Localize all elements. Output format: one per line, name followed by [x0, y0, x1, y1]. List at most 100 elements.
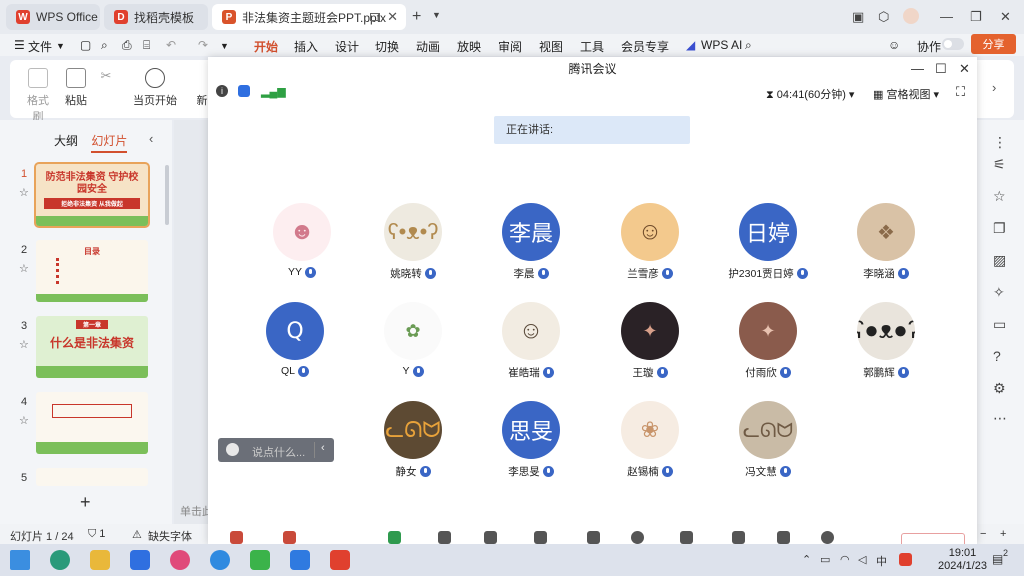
- adjust-icon[interactable]: ⚟: [993, 156, 1006, 173]
- paste-button[interactable]: 粘贴: [60, 68, 92, 108]
- cube-icon[interactable]: ⬡: [878, 9, 889, 25]
- start-icon[interactable]: [10, 550, 30, 570]
- missing-font-label[interactable]: 缺失字体: [148, 528, 192, 544]
- apps-icon[interactable]: [732, 531, 745, 544]
- edge-icon[interactable]: [50, 550, 70, 570]
- camera-off-icon[interactable]: [283, 531, 296, 544]
- image-icon[interactable]: ▨: [993, 252, 1006, 269]
- close-icon[interactable]: ✕: [959, 61, 970, 77]
- participant-tile[interactable]: ✦ 王璇: [591, 302, 709, 380]
- record-icon[interactable]: [631, 531, 644, 544]
- print-icon[interactable]: ⎙: [122, 38, 132, 53]
- slide-thumbnail[interactable]: 防范非法集资 守护校园安全 拒绝非法集资 从我做起: [34, 162, 150, 228]
- more-tools-icon[interactable]: ⋮: [993, 134, 1007, 151]
- participant-tile[interactable]: Q QL: [236, 302, 354, 377]
- participant-tile[interactable]: ❀ 赵锡楠: [591, 401, 709, 479]
- restore-icon[interactable]: ❐: [970, 9, 982, 25]
- current-page-start-button[interactable]: 当页开始: [128, 68, 182, 108]
- new-slide-button[interactable]: 新: [196, 92, 208, 108]
- cut-button[interactable]: ✂: [98, 68, 114, 84]
- participant-tile[interactable]: ✿ Y: [354, 302, 472, 377]
- participant-tile[interactable]: ☺ 兰雪彦: [591, 203, 709, 281]
- tab-ppt-file[interactable]: P 非法集资主题班会PPT.pptx ✕: [212, 4, 406, 30]
- slide-canvas[interactable]: [174, 120, 208, 524]
- participant-tile[interactable]: 日婷 护2301贾日婷: [709, 203, 827, 281]
- new-tab-icon[interactable]: +: [412, 8, 421, 26]
- mail-icon[interactable]: [130, 550, 150, 570]
- participant-tile[interactable]: 思旻 李思旻: [472, 401, 590, 479]
- star-icon[interactable]: ☆: [993, 188, 1006, 205]
- menu-insert[interactable]: 插入: [294, 38, 318, 55]
- chevron-down-icon[interactable]: ▼: [220, 41, 229, 51]
- collapse-chat-icon[interactable]: ‹: [321, 442, 325, 454]
- mute-mic-icon[interactable]: [230, 531, 243, 544]
- add-slide-icon[interactable]: +: [80, 492, 91, 513]
- slide-thumbnail[interactable]: [36, 468, 148, 486]
- view-mode-selector[interactable]: ▦ 宫格视图 ▾: [873, 86, 939, 102]
- menu-animation[interactable]: 动画: [416, 38, 440, 55]
- panel-scrollbar[interactable]: [165, 165, 169, 225]
- collab-label[interactable]: 协作: [917, 38, 941, 55]
- menu-review[interactable]: 审阅: [498, 38, 522, 55]
- book-icon[interactable]: ▭: [993, 316, 1006, 333]
- hamburger-icon[interactable]: ☰: [14, 38, 25, 52]
- zoom-out-button[interactable]: −: [980, 528, 986, 540]
- slide-thumbnail[interactable]: 第一章 什么是非法集资: [36, 316, 148, 378]
- copy-icon[interactable]: ❐: [993, 220, 1006, 237]
- search-icon[interactable]: ⌕: [745, 38, 752, 53]
- star-icon[interactable]: ☆: [19, 414, 29, 427]
- star-icon[interactable]: ☆: [19, 186, 29, 199]
- participant-tile[interactable]: ✦ 付雨欣: [709, 302, 827, 380]
- menu-transition[interactable]: 切换: [375, 38, 399, 55]
- user-avatar[interactable]: [903, 8, 919, 24]
- menu-file[interactable]: 文件: [28, 38, 52, 55]
- wifi-icon[interactable]: ◠: [840, 553, 850, 566]
- wechat-icon[interactable]: [250, 550, 270, 570]
- chat-icon[interactable]: [587, 531, 600, 544]
- shield-check-icon[interactable]: [238, 85, 250, 97]
- minimize-icon[interactable]: —: [940, 9, 953, 24]
- menu-wps-ai[interactable]: WPS AI: [701, 38, 742, 52]
- browser-icon[interactable]: [170, 550, 190, 570]
- participant-tile[interactable]: ☻ YY: [243, 203, 361, 278]
- participant-tile[interactable]: ʕ●ᴥ●ʔ 郭鹏辉: [827, 302, 945, 380]
- format-painter-button[interactable]: 格式刷: [22, 68, 54, 124]
- fullscreen-icon[interactable]: ⛶: [956, 84, 965, 100]
- wps-tray-icon[interactable]: [899, 553, 912, 566]
- invite-icon[interactable]: [484, 531, 497, 544]
- ellipsis-icon[interactable]: ⋯: [993, 410, 1007, 427]
- share-screen-icon[interactable]: [388, 531, 401, 544]
- volume-icon[interactable]: ◁: [858, 553, 866, 566]
- notifications-icon[interactable]: ▤: [992, 552, 1003, 566]
- share-button[interactable]: 分享: [971, 34, 1016, 54]
- chat-input[interactable]: 说点什么... ‹: [218, 438, 334, 462]
- menu-member[interactable]: 会员专享: [621, 38, 669, 55]
- participant-tile[interactable]: 李晨 李晨: [472, 203, 590, 281]
- members-icon[interactable]: [534, 531, 547, 544]
- participant-tile[interactable]: ᓚᘏᗢ 静女: [354, 401, 472, 479]
- security-icon[interactable]: [438, 531, 451, 544]
- chevron-down-icon[interactable]: ▼: [432, 10, 441, 20]
- folder-icon[interactable]: [90, 550, 110, 570]
- layout-icon[interactable]: [777, 531, 790, 544]
- signal-icon[interactable]: ▂▄▆: [261, 85, 286, 98]
- export-icon[interactable]: ⌕: [101, 38, 108, 53]
- collapse-panel-icon[interactable]: ‹: [149, 131, 153, 146]
- magic-icon[interactable]: ✧: [993, 284, 1005, 301]
- layout-icon[interactable]: ▣: [852, 9, 864, 25]
- participant-tile[interactable]: ❖ 李晓涵: [827, 203, 945, 281]
- wps-icon[interactable]: [330, 550, 350, 570]
- participant-tile[interactable]: ☺ 崔皓瑞: [472, 302, 590, 380]
- menu-home[interactable]: 开始: [254, 38, 279, 59]
- chevron-down-icon[interactable]: ▼: [56, 41, 65, 51]
- flash-icon[interactable]: [210, 550, 230, 570]
- preview-icon[interactable]: ⌸: [143, 38, 150, 53]
- menu-design[interactable]: 设计: [335, 38, 359, 55]
- settings-icon[interactable]: ⚙: [993, 380, 1006, 397]
- redo-icon[interactable]: ↷: [198, 38, 208, 52]
- minimize-icon[interactable]: —: [911, 61, 924, 76]
- shield-icon[interactable]: ⛉ 1: [88, 528, 105, 541]
- tencent-meeting-icon[interactable]: [290, 550, 310, 570]
- participant-tile[interactable]: ᓚᘏᗢ 冯文慧: [709, 401, 827, 479]
- star-icon[interactable]: ☆: [19, 338, 29, 351]
